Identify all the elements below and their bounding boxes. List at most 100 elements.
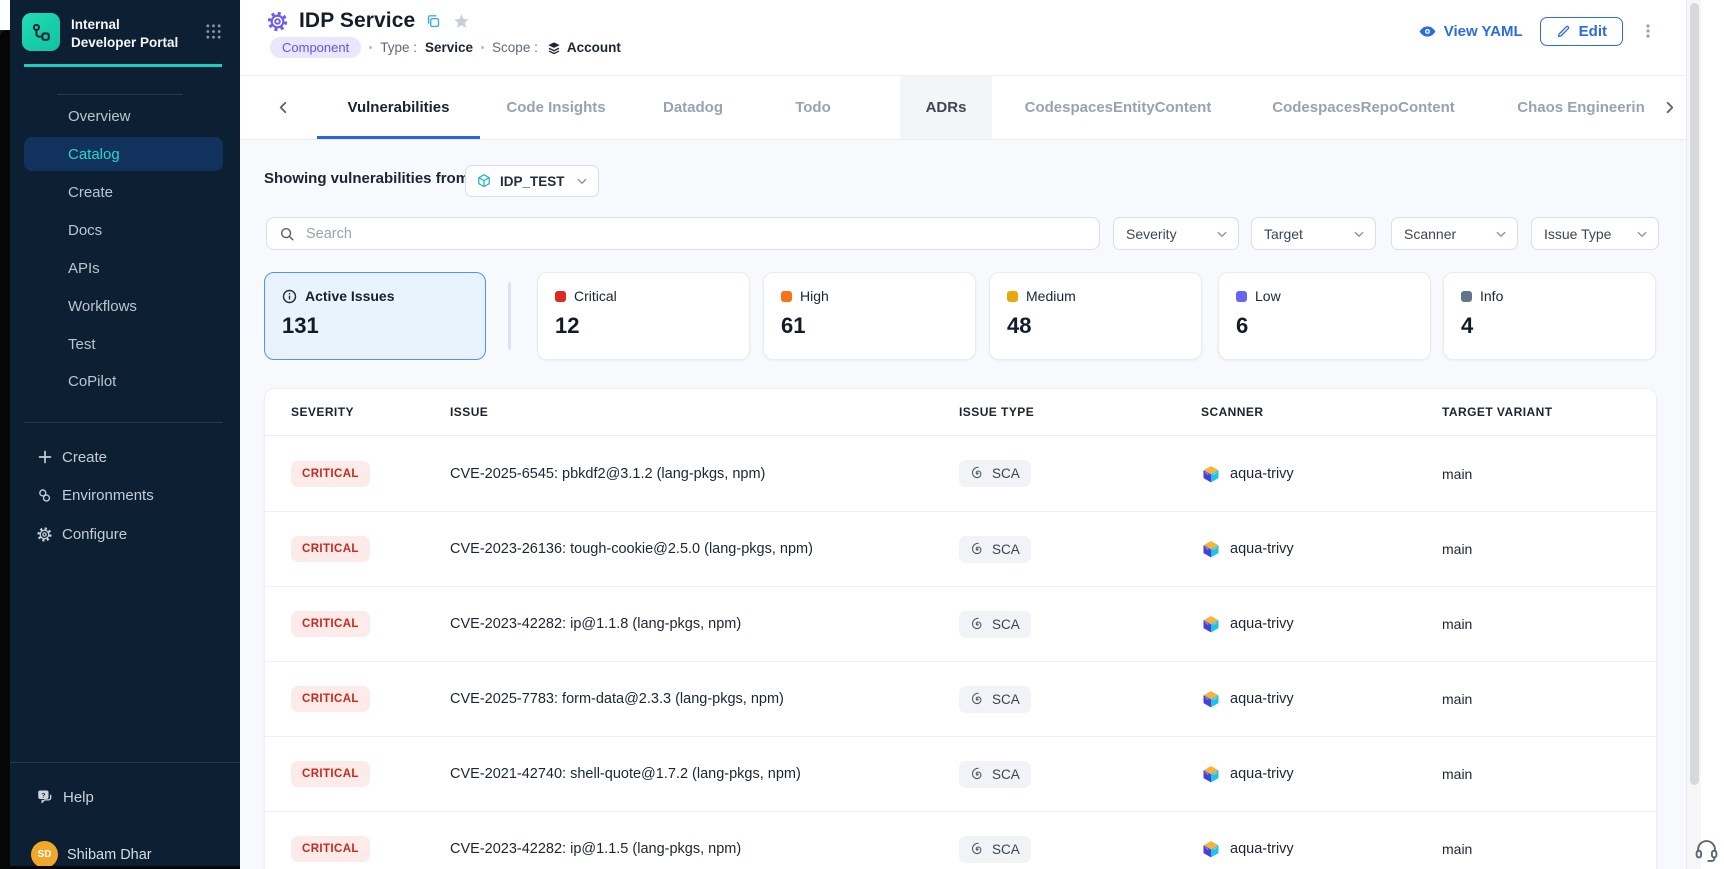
medium-count-card[interactable]: Medium 48 [989, 272, 1202, 360]
sca-spiral-icon [970, 767, 985, 782]
edit-button[interactable]: Edit [1540, 17, 1623, 46]
apps-grid-button[interactable] [205, 13, 222, 45]
issue-title[interactable]: CVE-2023-26136: tough-cookie@2.5.0 (lang… [450, 541, 959, 557]
sca-spiral-icon [970, 617, 985, 632]
sidebar-item-label: Test [68, 336, 96, 353]
target-variant: main [1442, 541, 1656, 557]
high-count-card[interactable]: High 61 [763, 272, 976, 360]
tab-code-insights[interactable]: Code Insights [500, 76, 612, 139]
tabs-scroll-right-button[interactable] [1662, 100, 1677, 120]
severity-badge: CRITICAL [291, 611, 370, 637]
critical-count-card[interactable]: Critical 12 [537, 272, 750, 360]
vulnerabilities-panel: Showing vulnerabilities from IDP_TEST Se… [240, 141, 1686, 869]
target-filter-dropdown[interactable]: Target [1251, 217, 1376, 250]
chevron-right-icon [1662, 100, 1677, 115]
tab-todo[interactable]: Todo [770, 76, 856, 139]
sidebar-action-create[interactable]: Create [36, 444, 107, 470]
severity-badge: CRITICAL [291, 686, 370, 712]
sidebar-item-workflows[interactable]: Workflows [24, 289, 223, 323]
medium-dot [1007, 291, 1018, 302]
issue-type-chip: SCA [959, 611, 1031, 638]
table-row[interactable]: CRITICAL CVE-2025-7783: form-data@2.3.3 … [265, 661, 1656, 736]
scanner-cell: aqua-trivy [1201, 464, 1442, 484]
table-row[interactable]: CRITICAL CVE-2021-42740: shell-quote@1.7… [265, 736, 1656, 811]
brand: Internal Developer Portal [22, 13, 222, 51]
type-value: Service [425, 40, 473, 55]
scanner-cell: aqua-trivy [1201, 689, 1442, 709]
scrollbar-thumb[interactable] [1690, 3, 1699, 785]
severity-badge: CRITICAL [291, 761, 370, 787]
chevron-down-icon [576, 175, 588, 187]
dot-separator [481, 46, 484, 49]
issue-type-filter-dropdown[interactable]: Issue Type [1531, 217, 1659, 250]
severity-card-label: High [800, 288, 829, 304]
scanner-filter-dropdown[interactable]: Scanner [1391, 217, 1518, 250]
target-variant: main [1442, 466, 1656, 482]
table-row[interactable]: CRITICAL CVE-2023-42282: ip@1.1.5 (lang-… [265, 811, 1656, 869]
target-variant: main [1442, 616, 1656, 632]
favorite-star-icon[interactable] [452, 12, 471, 31]
table-row[interactable]: CRITICAL CVE-2023-26136: tough-cookie@2.… [265, 511, 1656, 586]
tab-adrs[interactable]: ADRs [900, 76, 992, 139]
project-selector-dropdown[interactable]: IDP_TEST [465, 165, 599, 197]
sidebar-divider [10, 762, 240, 763]
sidebar-item-apis[interactable]: APIs [24, 251, 223, 285]
page-scrollbar[interactable] [1686, 0, 1701, 869]
aqua-trivy-icon [1201, 464, 1221, 484]
issue-title[interactable]: CVE-2025-7783: form-data@2.3.3 (lang-pkg… [450, 691, 959, 707]
tabs-scroll-left-button[interactable] [276, 100, 291, 120]
active-issues-card[interactable]: Active Issues 131 [264, 272, 486, 360]
filter-label: Target [1264, 226, 1303, 242]
issue-title[interactable]: CVE-2023-42282: ip@1.1.5 (lang-pkgs, npm… [450, 841, 959, 857]
severity-card-label: Info [1480, 288, 1503, 304]
aqua-trivy-icon [1201, 539, 1221, 559]
search-bar[interactable] [266, 217, 1100, 250]
search-input[interactable] [304, 225, 1087, 243]
help-button[interactable]: ? Help [36, 788, 94, 806]
sidebar-action-environments[interactable]: Environments [36, 482, 154, 508]
service-gear-icon [266, 10, 289, 33]
support-headset-icon[interactable] [1693, 836, 1720, 868]
tab-codespaces-entity-content[interactable]: CodespacesEntityContent [1016, 76, 1220, 139]
user-menu[interactable]: SD Shibam Dhar [31, 841, 152, 868]
low-dot [1236, 291, 1247, 302]
issue-title[interactable]: CVE-2023-42282: ip@1.1.8 (lang-pkgs, npm… [450, 616, 959, 632]
sidebar-item-docs[interactable]: Docs [24, 213, 223, 247]
issue-type-label: SCA [992, 692, 1020, 707]
entity-header: IDP Service Component Type : Service Sco… [240, 0, 1686, 76]
issue-title[interactable]: CVE-2025-6545: pbkdf2@3.1.2 (lang-pkgs, … [450, 466, 959, 482]
brand-title: Internal Developer Portal [71, 13, 181, 51]
table-row[interactable]: CRITICAL CVE-2025-6545: pbkdf2@3.1.2 (la… [265, 436, 1656, 511]
sidebar-item-overview[interactable]: Overview [24, 99, 223, 133]
scanner-name: aqua-trivy [1230, 466, 1294, 482]
target-variant: main [1442, 766, 1656, 782]
low-count-card[interactable]: Low 6 [1218, 272, 1431, 360]
svg-text:?: ? [41, 792, 45, 799]
copy-icon[interactable] [425, 13, 442, 30]
sca-spiral-icon [970, 542, 985, 557]
issue-title[interactable]: CVE-2021-42740: shell-quote@1.7.2 (lang-… [450, 766, 959, 782]
tab-chaos-engineering[interactable]: Chaos Engineerin [1506, 76, 1656, 139]
table-body: CRITICAL CVE-2025-6545: pbkdf2@3.1.2 (la… [265, 436, 1656, 869]
table-row[interactable]: CRITICAL CVE-2023-42282: ip@1.1.8 (lang-… [265, 586, 1656, 661]
issue-type-label: SCA [992, 617, 1020, 632]
high-count: 61 [781, 313, 958, 339]
more-options-button[interactable] [1640, 21, 1656, 41]
tab-codespaces-repo-content[interactable]: CodespacesRepoContent [1267, 76, 1460, 139]
tab-vulnerabilities[interactable]: Vulnerabilities [317, 76, 480, 139]
title-row: IDP Service [266, 9, 471, 33]
app-root: { "brand": { "title": "Internal Develope… [0, 0, 1724, 869]
sidebar-item-copilot[interactable]: CoPilot [24, 364, 223, 398]
view-yaml-button[interactable]: View YAML [1418, 22, 1523, 41]
info-count-card[interactable]: Info 4 [1443, 272, 1656, 360]
portal-logo[interactable] [22, 13, 60, 51]
sidebar-item-label: Create [68, 184, 113, 201]
medium-count: 48 [1007, 313, 1184, 339]
severity-filter-dropdown[interactable]: Severity [1113, 217, 1239, 250]
severity-badge: CRITICAL [291, 836, 370, 862]
sidebar-item-test[interactable]: Test [24, 327, 223, 361]
sidebar-item-create[interactable]: Create [24, 175, 223, 209]
tab-datadog[interactable]: Datadog [640, 76, 746, 139]
sidebar-action-configure[interactable]: Configure [36, 521, 127, 547]
sidebar-item-catalog[interactable]: Catalog [24, 137, 223, 171]
